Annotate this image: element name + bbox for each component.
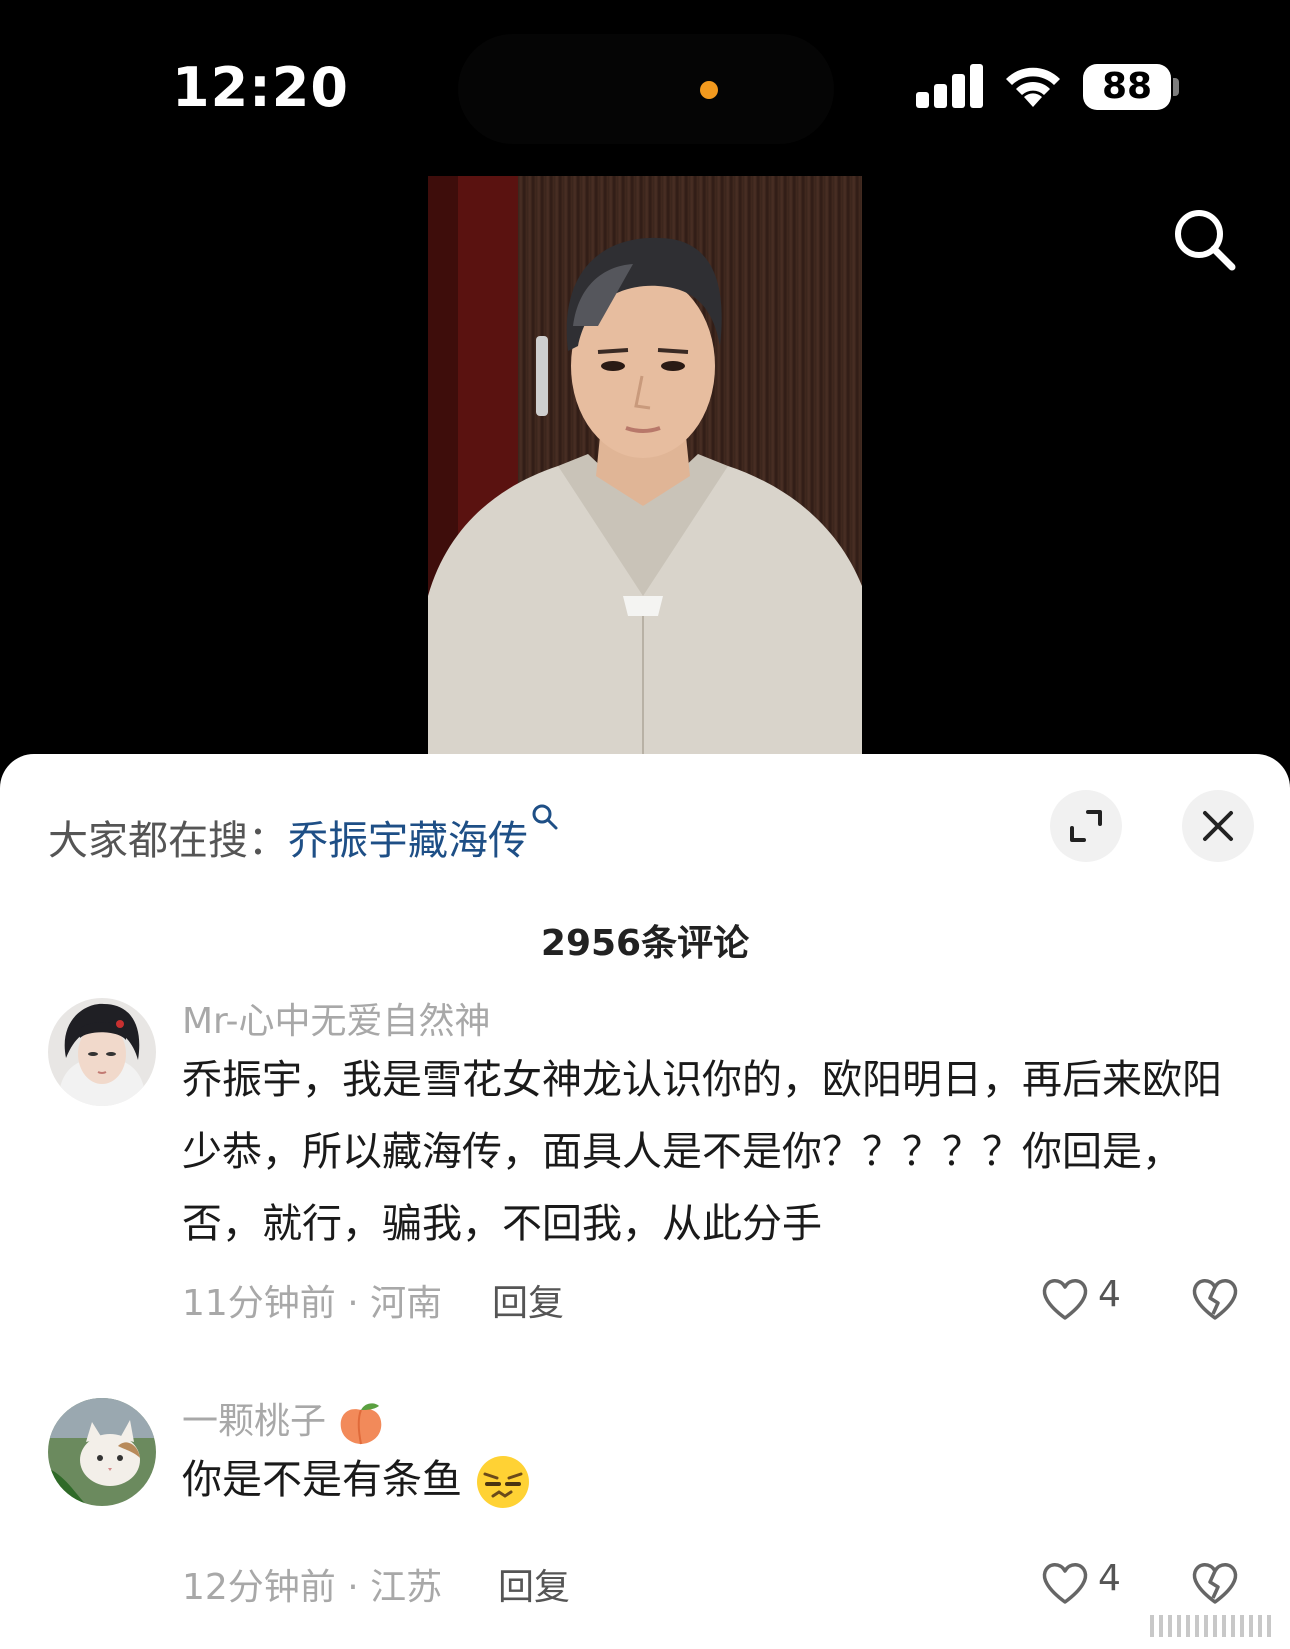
recording-indicator-dot — [700, 81, 718, 99]
search-small-icon — [532, 804, 558, 830]
close-icon — [1203, 811, 1233, 841]
dynamic-island — [458, 34, 834, 144]
signal-icon — [916, 62, 984, 108]
comment-time-location: 12分钟前 · 江苏 — [182, 1567, 443, 1608]
reply-button[interactable]: 回复 — [498, 1558, 570, 1610]
comment-text-row: 你是不是有条鱼 — [182, 1444, 1242, 1516]
comment-text: 乔振宇，我是雪花女神龙认识你的，欧阳明日，再后来欧阳少恭，所以藏海传，面具人是不… — [182, 1057, 1222, 1247]
expand-icon — [1070, 810, 1102, 842]
status-bar: 12:20 88 — [0, 0, 1290, 170]
comment-username[interactable]: Mr-心中无爱自然神 — [182, 992, 491, 1044]
comment-item: 一颗桃子 你是不是有条鱼 12分钟前 · 江苏 回复 4 — [0, 1392, 1290, 1632]
expand-button[interactable] — [1050, 790, 1122, 862]
reply-button[interactable]: 回复 — [492, 1274, 564, 1326]
watermark — [1150, 1614, 1280, 1638]
avatar[interactable] — [48, 1398, 156, 1506]
hot-search-prefix: 大家都在搜： — [48, 818, 288, 864]
clock: 12:20 — [172, 56, 349, 119]
avatar[interactable] — [48, 998, 156, 1106]
wifi-icon — [1006, 67, 1060, 107]
broken-heart-icon[interactable] — [1190, 1560, 1240, 1606]
heart-icon[interactable] — [1040, 1560, 1090, 1606]
close-button[interactable] — [1182, 790, 1254, 862]
search-icon[interactable] — [1170, 205, 1240, 275]
annoyed-face-emoji-icon — [476, 1456, 529, 1508]
comment-time-location: 11分钟前 · 河南 — [182, 1283, 443, 1324]
hot-search-banner[interactable]: 大家都在搜：乔振宇藏海传 — [48, 802, 560, 866]
broken-heart-icon[interactable] — [1190, 1276, 1240, 1322]
comment-text: 你是不是有条鱼 — [182, 1457, 462, 1503]
battery-icon: 88 — [1083, 64, 1171, 110]
video-thumbnail[interactable] — [428, 176, 862, 754]
battery-cap — [1173, 78, 1179, 96]
peach-emoji-icon — [341, 1403, 382, 1445]
like-count: 4 — [1098, 1274, 1121, 1315]
comment-count: 2956条评论 — [540, 923, 750, 964]
like-count: 4 — [1098, 1558, 1121, 1599]
comment-username-text: 一颗桃子 — [182, 1401, 327, 1442]
hot-search-term[interactable]: 乔振宇藏海传 — [288, 818, 528, 864]
portrait-illustration — [428, 176, 862, 754]
heart-icon[interactable] — [1040, 1276, 1090, 1322]
comment-sheet: 大家都在搜：乔振宇藏海传 2956条评论 Mr-心中无爱自然神 乔振宇，我是雪花… — [0, 754, 1290, 1649]
comment-item: Mr-心中无爱自然神 乔振宇，我是雪花女神龙认识你的，欧阳明日，再后来欧阳少恭，… — [0, 992, 1290, 1382]
comment-username[interactable]: 一颗桃子 — [182, 1392, 385, 1446]
